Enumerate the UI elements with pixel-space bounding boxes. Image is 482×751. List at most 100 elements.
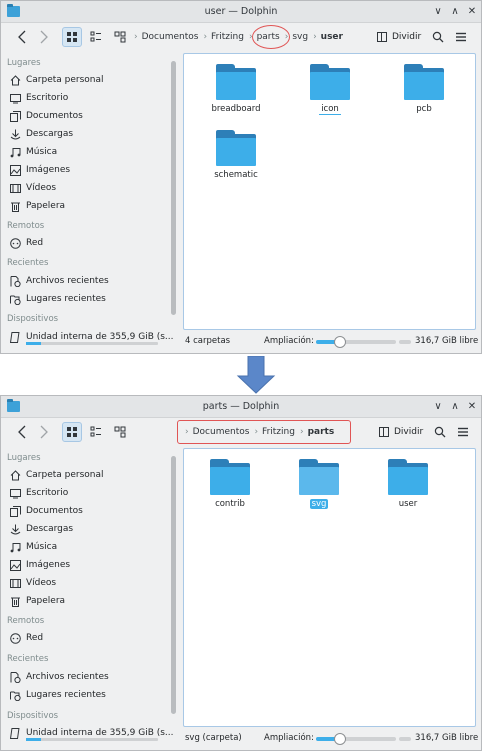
free-space-bar — [399, 340, 411, 344]
place-documents[interactable]: Documentos — [9, 108, 83, 124]
place-videos[interactable]: Vídeos — [9, 180, 56, 196]
back-button[interactable] — [13, 422, 31, 442]
desktop-icon — [9, 92, 21, 104]
place-desktop[interactable]: Escritorio — [9, 90, 68, 106]
places-panel: Lugares Carpeta personal Escritorio Docu… — [1, 51, 179, 329]
highlight-circle — [252, 25, 290, 49]
folder-icon — [299, 459, 339, 495]
chevron-right-icon: › — [313, 32, 317, 42]
minimize-button[interactable]: ∨ — [431, 400, 445, 414]
breadcrumb-svg[interactable]: svg — [292, 32, 308, 42]
folder-item[interactable]: pcb — [394, 64, 454, 114]
music-icon — [9, 541, 21, 553]
place-network[interactable]: Red — [9, 630, 43, 646]
folder-label: pcb — [416, 104, 432, 114]
place-music[interactable]: Música — [9, 144, 57, 160]
place-recent-files[interactable]: Archivos recientes — [9, 273, 109, 289]
folder-item[interactable]: breadboard — [206, 64, 266, 114]
details-view-button[interactable] — [110, 422, 130, 442]
network-icon — [9, 632, 21, 644]
place-recent-places[interactable]: Lugares recientes — [9, 687, 106, 703]
video-icon — [9, 577, 21, 589]
download-icon — [9, 523, 21, 535]
folder-label: contrib — [215, 499, 245, 509]
free-space: 316,7 GiB libre — [415, 733, 479, 743]
item-count: svg (carpeta) — [185, 733, 242, 743]
status-bar: 4 carpetas Ampliación: 316,7 GiB libre — [1, 331, 481, 353]
place-downloads[interactable]: Descargas — [9, 521, 73, 537]
place-downloads[interactable]: Descargas — [9, 126, 73, 142]
place-label: Lugares recientes — [26, 294, 106, 304]
search-icon — [434, 426, 446, 438]
zoom-slider-handle[interactable] — [334, 336, 346, 348]
breadcrumb-user[interactable]: user — [321, 32, 343, 42]
place-music[interactable]: Música — [9, 539, 57, 555]
place-recent-files[interactable]: Archivos recientes — [9, 669, 109, 685]
place-label: Descargas — [26, 524, 74, 534]
folder-item[interactable]: svg — [289, 459, 349, 509]
place-home[interactable]: Carpeta personal — [9, 467, 104, 483]
zoom-slider[interactable] — [316, 336, 396, 348]
close-button[interactable]: ✕ — [465, 5, 479, 19]
search-button[interactable] — [432, 422, 448, 442]
close-button[interactable]: ✕ — [465, 400, 479, 414]
maximize-button[interactable]: ∧ — [448, 400, 462, 414]
breadcrumb-fritzing[interactable]: Fritzing — [211, 32, 244, 42]
folder-item[interactable]: contrib — [200, 459, 260, 509]
maximize-button[interactable]: ∧ — [448, 5, 462, 19]
place-recent-places[interactable]: Lugares recientes — [9, 291, 106, 307]
place-trash[interactable]: Papelera — [9, 198, 65, 214]
folder-label: schematic — [214, 170, 258, 180]
split-button[interactable]: Dividir — [379, 422, 423, 442]
network-icon — [9, 237, 21, 249]
place-home[interactable]: Carpeta personal — [9, 72, 104, 88]
folder-item[interactable]: schematic — [206, 130, 266, 180]
folder-label: breadboard — [211, 104, 261, 114]
split-button[interactable]: Dividir — [377, 27, 421, 47]
menu-button[interactable] — [455, 422, 471, 442]
search-button[interactable] — [430, 27, 446, 47]
title-bar: user — Dolphin ∨ ∧ ✕ — [1, 1, 481, 23]
window-title: parts — Dolphin — [202, 401, 280, 412]
pictures-icon — [9, 164, 21, 176]
chevron-right-icon: › — [203, 32, 208, 42]
place-pictures[interactable]: Imágenes — [9, 162, 70, 178]
folder-icon — [210, 459, 250, 495]
place-documents[interactable]: Documentos — [9, 503, 83, 519]
place-trash[interactable]: Papelera — [9, 593, 65, 609]
icons-view-button[interactable] — [62, 422, 82, 442]
back-button[interactable] — [13, 27, 31, 47]
compact-view-button[interactable] — [86, 27, 106, 47]
minimize-button[interactable]: ∨ — [431, 5, 445, 19]
sidebar-scrollbar[interactable] — [171, 61, 176, 315]
free-space-bar — [399, 737, 411, 741]
menu-button[interactable] — [453, 27, 469, 47]
place-videos[interactable]: Vídeos — [9, 575, 56, 591]
breadcrumb-documentos[interactable]: Documentos — [142, 32, 199, 42]
place-label: Archivos recientes — [26, 276, 109, 286]
place-label: Carpeta personal — [26, 75, 104, 85]
compact-view-button[interactable] — [86, 422, 106, 442]
window-title: user — Dolphin — [204, 6, 278, 17]
folder-item[interactable]: user — [378, 459, 438, 509]
icons-view-button[interactable] — [62, 27, 82, 47]
place-desktop[interactable]: Escritorio — [9, 485, 68, 501]
home-icon — [9, 74, 21, 86]
forward-button[interactable] — [35, 422, 53, 442]
recent-files-icon — [9, 275, 21, 287]
file-view: breadboard icon pcb schematic — [183, 53, 476, 330]
section-places: Lugares — [7, 453, 41, 463]
folder-item[interactable]: icon — [300, 64, 360, 115]
place-pictures[interactable]: Imágenes — [9, 557, 70, 573]
music-icon — [9, 146, 21, 158]
zoom-slider[interactable] — [316, 733, 396, 745]
zoom-slider-handle[interactable] — [334, 733, 346, 745]
zoom-label: Ampliación: — [264, 733, 314, 743]
place-network[interactable]: Red — [9, 235, 43, 251]
folder-label: icon — [319, 104, 341, 115]
highlight-box — [177, 420, 351, 444]
details-view-button[interactable] — [110, 27, 130, 47]
sidebar-scrollbar[interactable] — [171, 456, 176, 714]
forward-button[interactable] — [35, 27, 53, 47]
compact-list-icon — [90, 426, 101, 437]
